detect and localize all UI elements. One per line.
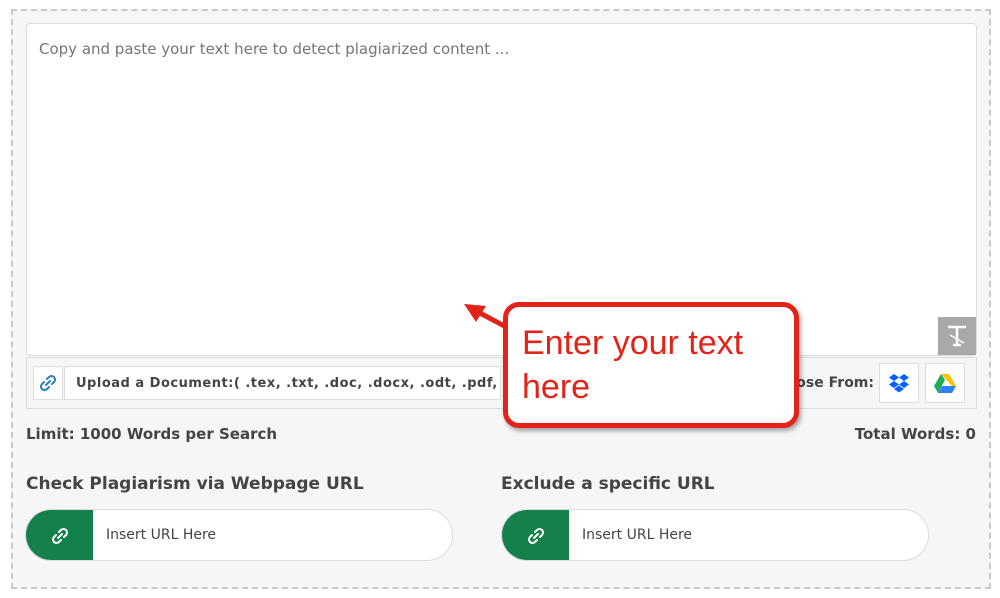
link-icon bbox=[527, 527, 544, 545]
annotation-callout: Enter your text here bbox=[503, 302, 799, 428]
google-drive-icon bbox=[934, 373, 956, 393]
word-limit-text: Limit: 1000 Words per Search bbox=[26, 425, 278, 443]
upload-document-button[interactable]: Upload a Document:( .tex, .txt, .doc, .d… bbox=[64, 366, 501, 400]
upload-link-button[interactable] bbox=[33, 366, 63, 400]
text-format-button[interactable] bbox=[938, 317, 976, 355]
annotation-text: Enter your text here bbox=[522, 324, 744, 406]
webpage-url-input[interactable] bbox=[106, 527, 406, 543]
link-icon bbox=[39, 374, 57, 392]
url-link-badge bbox=[26, 510, 93, 560]
exclude-url-input[interactable] bbox=[582, 527, 882, 543]
text-format-icon bbox=[948, 325, 966, 347]
webpage-url-title: Check Plagiarism via Webpage URL bbox=[26, 474, 364, 494]
url-link-badge bbox=[502, 510, 569, 560]
exclude-url-field bbox=[501, 509, 929, 561]
total-words-count: Total Words: 0 bbox=[854, 425, 976, 443]
dropbox-button[interactable] bbox=[879, 363, 919, 403]
exclude-url-title: Exclude a specific URL bbox=[501, 474, 715, 494]
google-drive-button[interactable] bbox=[925, 363, 965, 403]
choose-from-label: Choose From: bbox=[794, 375, 874, 391]
webpage-url-field bbox=[25, 509, 453, 561]
link-icon bbox=[51, 527, 68, 545]
dropbox-icon bbox=[889, 374, 909, 393]
